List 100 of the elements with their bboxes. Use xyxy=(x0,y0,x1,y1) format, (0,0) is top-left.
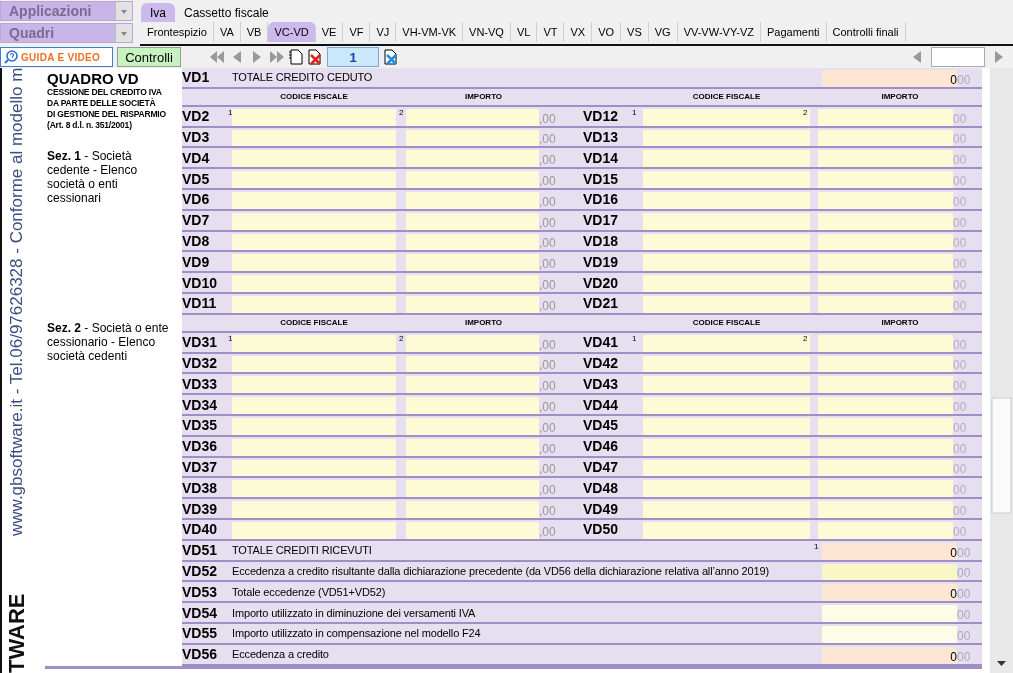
tab[interactable]: VC-VD xyxy=(268,22,316,42)
tax-code-field[interactable] xyxy=(232,501,396,518)
tax-code-field[interactable] xyxy=(643,254,810,272)
tax-code-field[interactable] xyxy=(232,254,396,272)
document-cross-icon[interactable] xyxy=(383,49,399,65)
amount-field[interactable] xyxy=(818,171,953,188)
tax-code-field[interactable] xyxy=(232,129,396,147)
amount-field[interactable] xyxy=(818,397,953,414)
tab[interactable]: VL xyxy=(510,22,538,42)
amount-field[interactable] xyxy=(818,192,953,209)
tax-code-field[interactable] xyxy=(643,521,810,539)
tax-code-field[interactable] xyxy=(643,171,810,188)
amount-field[interactable] xyxy=(406,417,539,435)
tax-code-field[interactable] xyxy=(643,459,810,477)
tax-code-field[interactable] xyxy=(643,376,810,394)
tax-code-field[interactable] xyxy=(232,355,396,373)
tab[interactable]: VS xyxy=(621,22,649,42)
amount-field[interactable] xyxy=(818,459,953,477)
amount-field[interactable] xyxy=(818,295,953,313)
amount-field[interactable] xyxy=(406,275,539,292)
tax-code-field[interactable] xyxy=(643,397,810,414)
tax-code-field[interactable] xyxy=(643,192,810,209)
amount-field[interactable]: 0 xyxy=(822,542,957,560)
amount-field[interactable] xyxy=(818,376,953,394)
amount-field[interactable] xyxy=(406,192,539,209)
amount-field[interactable] xyxy=(406,150,539,168)
tax-code-field[interactable] xyxy=(643,275,810,292)
amount-field[interactable] xyxy=(818,334,953,352)
amount-field[interactable] xyxy=(818,355,953,373)
tab[interactable]: Pagamenti xyxy=(760,22,827,42)
tax-code-field[interactable] xyxy=(643,233,810,251)
tab[interactable]: Cassetto fiscale xyxy=(175,3,278,22)
tax-code-field[interactable] xyxy=(643,438,810,456)
amount-field[interactable] xyxy=(406,233,539,251)
amount-field[interactable] xyxy=(406,254,539,272)
tax-code-field[interactable] xyxy=(643,129,810,147)
amount-field[interactable] xyxy=(818,417,953,435)
new-page-icon[interactable] xyxy=(289,49,303,65)
tax-code-field[interactable] xyxy=(232,233,396,251)
tax-code-field[interactable] xyxy=(643,212,810,230)
amount-field[interactable] xyxy=(406,501,539,518)
amount-field[interactable] xyxy=(818,480,953,498)
amount-field[interactable] xyxy=(406,355,539,373)
amount-field[interactable] xyxy=(818,254,953,272)
first-page-icon[interactable] xyxy=(209,50,225,64)
amount-field[interactable] xyxy=(406,521,539,539)
tab[interactable]: Iva xyxy=(141,3,175,22)
amount-field[interactable] xyxy=(406,438,539,456)
amount-field[interactable] xyxy=(406,108,539,126)
tax-code-field[interactable] xyxy=(232,171,396,188)
tab[interactable]: VV-VW-VY-VZ xyxy=(677,22,761,42)
tax-code-field[interactable] xyxy=(232,459,396,477)
amount-field[interactable]: 0 xyxy=(822,70,957,87)
tax-code-field[interactable] xyxy=(232,438,396,456)
amount-field[interactable]: 0 xyxy=(822,584,957,602)
amount-field[interactable] xyxy=(406,376,539,394)
amount-field[interactable] xyxy=(406,459,539,477)
tab[interactable]: VX xyxy=(564,22,593,42)
scrollbar[interactable] xyxy=(990,68,1013,673)
tax-code-field[interactable] xyxy=(232,521,396,539)
amount-field[interactable] xyxy=(406,397,539,414)
tax-code-field[interactable] xyxy=(643,480,810,498)
amount-field[interactable] xyxy=(818,150,953,168)
tax-code-field[interactable] xyxy=(232,397,396,414)
tax-code-field[interactable] xyxy=(232,417,396,435)
tax-code-field[interactable] xyxy=(643,295,810,313)
tax-code-field[interactable] xyxy=(232,376,396,394)
page-field[interactable]: 1 xyxy=(327,47,379,67)
tax-code-field[interactable] xyxy=(643,108,810,126)
amount-field[interactable] xyxy=(818,275,953,292)
tab[interactable]: Frontespizio xyxy=(141,22,214,42)
controls-button[interactable]: Controlli xyxy=(117,47,181,67)
amount-field[interactable] xyxy=(818,501,953,518)
amount-field[interactable] xyxy=(822,563,957,581)
tab[interactable]: VJ xyxy=(370,22,397,42)
tax-code-field[interactable] xyxy=(232,212,396,230)
amount-field[interactable] xyxy=(818,233,953,251)
tax-code-field[interactable] xyxy=(232,275,396,292)
tab[interactable]: VG xyxy=(648,22,678,42)
tax-code-field[interactable] xyxy=(643,150,810,168)
delete-document-icon[interactable] xyxy=(307,49,323,65)
tax-code-field[interactable] xyxy=(643,334,810,352)
tab[interactable]: VE xyxy=(315,22,344,42)
tax-code-field[interactable] xyxy=(643,417,810,435)
amount-field[interactable] xyxy=(406,295,539,313)
tab[interactable]: VH-VM-VK xyxy=(396,22,464,42)
amount-field[interactable]: 0 xyxy=(822,646,957,664)
tax-code-field[interactable] xyxy=(643,355,810,373)
amount-field[interactable] xyxy=(406,480,539,498)
amount-field[interactable] xyxy=(406,334,539,352)
tab[interactable]: VF xyxy=(343,22,371,42)
amount-field[interactable] xyxy=(406,129,539,147)
amount-field[interactable] xyxy=(406,212,539,230)
amount-field[interactable] xyxy=(406,171,539,188)
amount-field[interactable] xyxy=(822,605,957,622)
tab[interactable]: VO xyxy=(592,22,622,42)
tax-code-field[interactable] xyxy=(643,501,810,518)
tab[interactable]: VT xyxy=(537,22,565,42)
tax-code-field[interactable] xyxy=(232,150,396,168)
tax-code-field[interactable] xyxy=(232,334,396,352)
